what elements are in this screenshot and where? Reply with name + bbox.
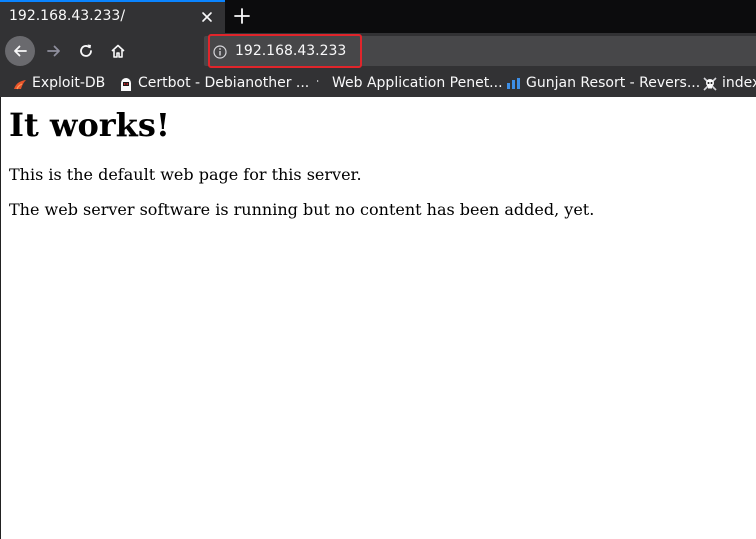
new-tab-icon[interactable] <box>232 6 252 26</box>
page-heading: It works! <box>9 106 170 144</box>
navigation-toolbar: 192.168.43.233 <box>0 33 756 70</box>
bookmark-label: Certbot - Debianother ... <box>138 75 310 91</box>
skull-icon <box>702 76 718 92</box>
paragraph-default-page: This is the default web page for this se… <box>9 165 362 184</box>
bookmark-label: Web Application Penet... <box>332 75 503 91</box>
bookmark-label: Exploit-DB <box>32 75 106 91</box>
url-text[interactable]: 192.168.43.233 <box>235 43 346 59</box>
bookmarks-bar: Exploit-DB Certbot - Debianother ... Web… <box>0 70 756 97</box>
reload-button[interactable] <box>71 36 101 66</box>
reload-icon <box>80 44 92 57</box>
url-bar[interactable]: 192.168.43.233 <box>204 36 756 66</box>
forward-arrow-icon <box>47 45 60 57</box>
page-content: It works! This is the default web page f… <box>0 97 756 539</box>
close-icon[interactable] <box>199 9 215 25</box>
back-button[interactable] <box>5 36 35 66</box>
info-icon[interactable] <box>213 44 227 59</box>
exploit-db-icon <box>12 76 28 92</box>
certbot-icon <box>118 76 134 92</box>
tab-strip: 192.168.43.233/ <box>0 0 756 33</box>
bookmark-label: index <box>722 75 756 91</box>
tab-active[interactable]: 192.168.43.233/ <box>0 0 225 33</box>
home-icon <box>111 44 125 58</box>
bookmark-label: Gunjan Resort - Revers... <box>526 75 701 91</box>
forward-button[interactable] <box>39 36 69 66</box>
tab-title: 192.168.43.233/ <box>9 8 126 24</box>
back-arrow-icon <box>14 45 27 57</box>
bar-chart-icon <box>506 76 522 92</box>
bookmark-dot-icon <box>312 76 328 92</box>
paragraph-server-running: The web server software is running but n… <box>9 200 595 219</box>
home-button[interactable] <box>103 36 133 66</box>
